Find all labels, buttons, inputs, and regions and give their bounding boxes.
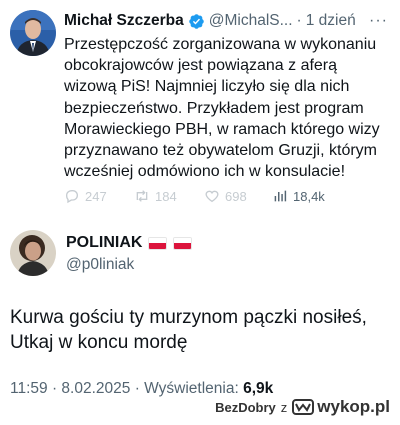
author-handle[interactable]: @MichalS... [209,12,293,30]
reply-author-name[interactable]: POLINIAK [66,234,142,252]
poland-flag-icon [173,236,193,250]
reply-meta: 11:59 · 8.02.2025 · Wyświetlenia: 6,9k [10,380,274,397]
reply-count: 247 [85,188,107,204]
tweet-text-line: Przestępczość zorganizowana w wykonaniu [64,36,377,53]
tweet-text-line: wizową PiS! Najmniej liczyło się dla nic… [64,78,350,96]
wykop-watermark: BezDobry z wykop.pl [215,397,390,417]
watermark-preposition: z [280,399,288,415]
retweet-icon [136,190,148,202]
retweet-button[interactable]: 184 [134,188,177,204]
verified-badge-icon [188,13,205,30]
reply-author-row: POLINIAK [66,234,193,252]
tweet-text-line: Morawieckiego PBH, w ramach którego wizy [64,120,380,138]
views-button[interactable]: 18,4k [272,188,325,204]
author-avatar[interactable] [10,10,56,56]
author-name[interactable]: Michał Szczerba [64,12,184,30]
watermark-site: wykop.pl [317,397,390,416]
tweet-text-line: bezpieczeństwo. Przykładem jest program [64,99,364,117]
reply-time[interactable]: 11:59 [10,380,48,397]
reply-date[interactable]: 8.02.2025 [61,380,130,397]
reply-author-handle[interactable]: @p0liniak [66,256,134,274]
views-chart-icon [274,190,287,202]
retweet-count: 184 [155,188,177,204]
watermark-user: BezDobry [215,399,276,415]
poland-flag-icon [148,236,168,250]
tweet-time[interactable]: 1 dzień [306,12,356,30]
reply-text-line: Utkaj w koncu mordę [10,331,188,353]
reply-author-avatar[interactable] [10,230,56,276]
like-count: 698 [225,188,247,204]
reply-icon [65,190,79,204]
reply-views-count: 6,9k [243,380,274,397]
tweet-text: Przestępczość zorganizowana w wykonaniu … [64,34,396,182]
like-button[interactable]: 698 [204,188,247,204]
more-options-icon[interactable]: ··· [369,12,390,30]
tweet-text-line: obcokrajowców jest powiązana z aferą [64,57,338,75]
tweet-text-line: przyznawano też obywatelom Gruzji, który… [64,142,377,160]
heart-icon [205,190,219,203]
reply-text: Kurwa gościu ty murzynom pączki nosiłeś,… [10,306,390,355]
reply-button[interactable]: 247 [64,188,107,204]
tweet-actions: 247 184 698 18,4k [64,186,390,206]
reply-text-line: Kurwa gościu ty murzynom pączki nosiłeś, [10,307,367,328]
wykop-logo-icon [292,399,315,415]
tweet-header: Michał Szczerba @MichalS... · 1 dzień ··… [64,10,390,32]
views-label: Wyświetlenia: [144,380,239,397]
separator-dot: · [296,12,302,29]
views-count: 18,4k [293,188,325,204]
tweet-text-line: wcześniej odmówiono ich w konsulacie! [64,163,346,181]
